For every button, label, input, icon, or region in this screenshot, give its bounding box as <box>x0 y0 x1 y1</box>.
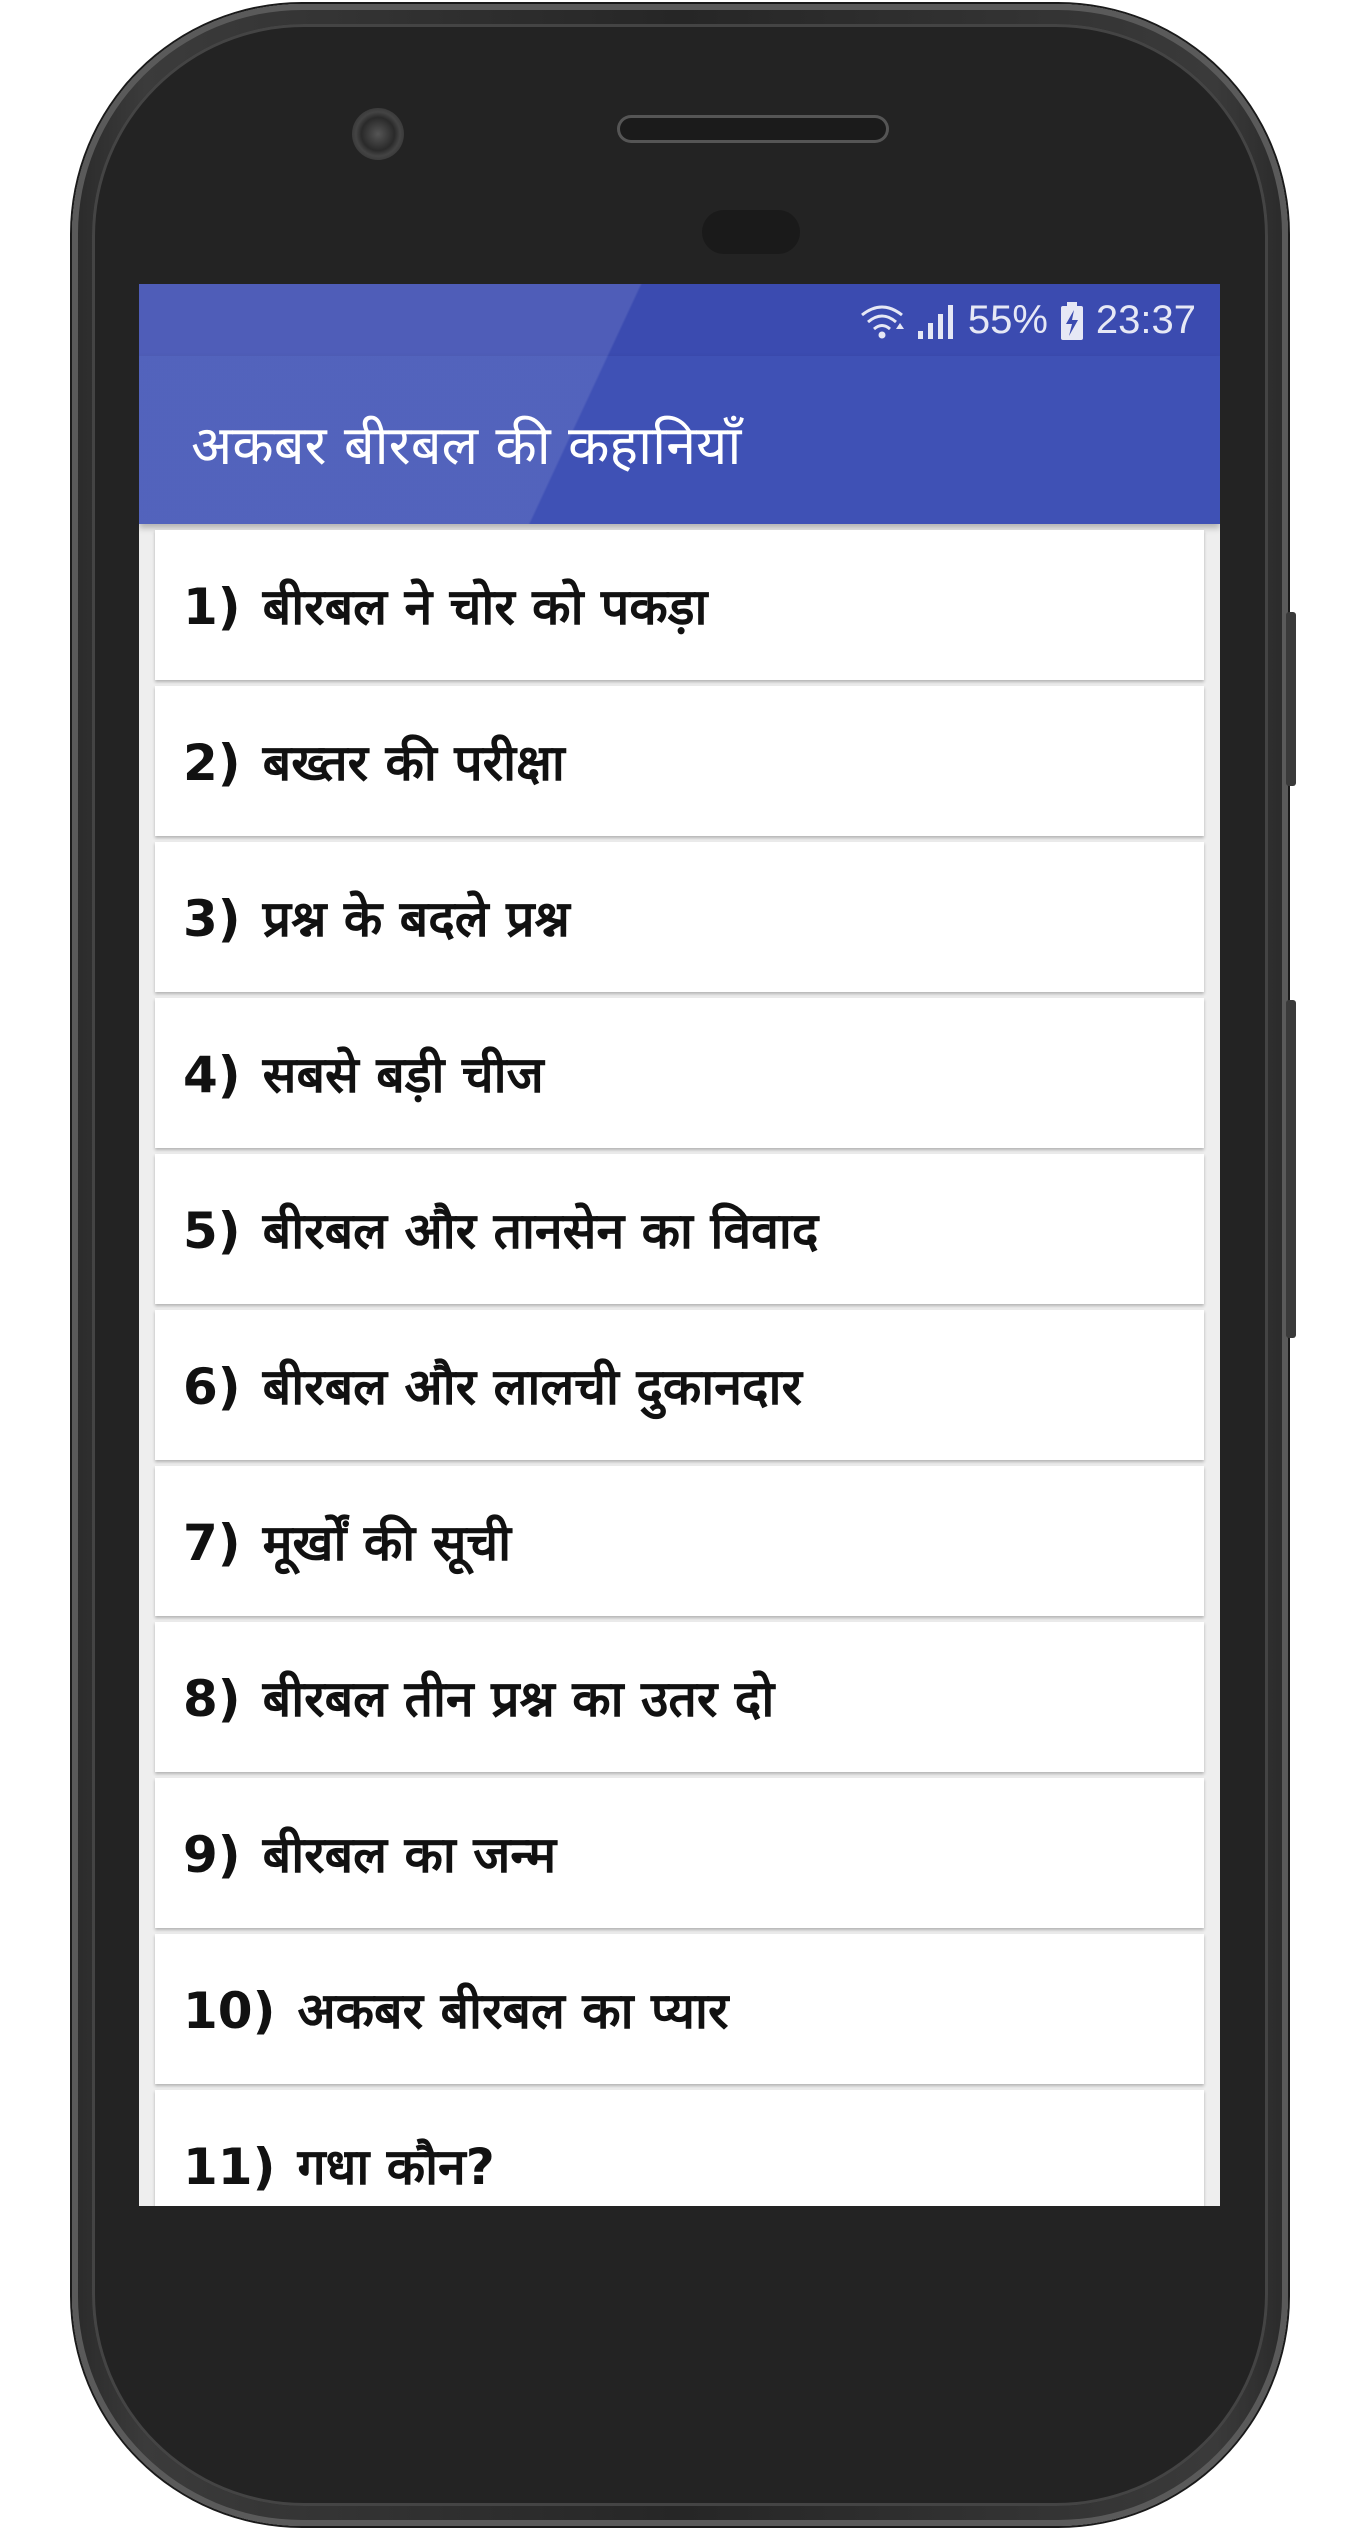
story-title: बीरबल तीन प्रश्न का उतर दो <box>262 1670 775 1728</box>
earpiece-speaker <box>620 118 886 140</box>
proximity-sensor <box>702 210 800 254</box>
clock: 23:37 <box>1095 298 1196 342</box>
story-title: बख्तर की परीक्षा <box>262 734 565 792</box>
volume-button <box>1286 612 1296 786</box>
story-title: सबसे बड़ी चीज <box>262 1046 544 1104</box>
screen: 55% 23:37 अकबर बीरबल की कहानियाँ 1) बीरबल… <box>139 284 1220 2206</box>
story-title: बीरबल का जन्म <box>262 1826 557 1884</box>
list-item[interactable]: 3) प्रश्न के बदले प्रश्न <box>155 842 1204 992</box>
story-number: 3) <box>183 890 241 948</box>
status-bar: 55% 23:37 <box>139 284 1220 356</box>
list-item[interactable]: 2) बख्तर की परीक्षा <box>155 686 1204 836</box>
story-number: 6) <box>183 1358 241 1416</box>
story-number: 4) <box>183 1046 241 1104</box>
story-number: 1) <box>183 578 241 636</box>
story-title: बीरबल और लालची दुकानदार <box>262 1358 802 1416</box>
battery-percent: 55% <box>967 298 1048 342</box>
story-title: अकबर बीरबल का प्यार <box>297 1982 729 2040</box>
story-number: 7) <box>183 1514 241 1572</box>
story-number: 8) <box>183 1670 241 1728</box>
list-item[interactable]: 4) सबसे बड़ी चीज <box>155 998 1204 1148</box>
story-list: 1) बीरबल ने चोर को पकड़ा 2) बख्तर की परीक्… <box>155 530 1204 2206</box>
list-item[interactable]: 5) बीरबल और तानसेन का विवाद <box>155 1154 1204 1304</box>
list-item[interactable]: 1) बीरबल ने चोर को पकड़ा <box>155 530 1204 680</box>
list-item[interactable]: 9) बीरबल का जन्म <box>155 1778 1204 1928</box>
story-number: 11) <box>183 2138 276 2196</box>
story-title: गधा कौन? <box>297 2138 495 2196</box>
page: 55% 23:37 अकबर बीरबल की कहानियाँ 1) बीरबल… <box>0 0 1370 2534</box>
wifi-icon <box>860 301 904 341</box>
power-button <box>1286 1000 1296 1338</box>
story-title: प्रश्न के बदले प्रश्न <box>262 890 570 948</box>
story-number: 10) <box>183 1982 276 2040</box>
list-item[interactable]: 7) मूर्खों की सूची <box>155 1466 1204 1616</box>
battery-charging-icon <box>1060 301 1084 341</box>
list-item[interactable]: 11) गधा कौन? <box>155 2090 1204 2206</box>
app-title: अकबर बीरबल की कहानियाँ <box>191 414 742 477</box>
list-item[interactable]: 6) बीरबल और लालची दुकानदार <box>155 1310 1204 1460</box>
story-title: बीरबल ने चोर को पकड़ा <box>262 578 708 636</box>
front-camera-icon <box>352 108 404 160</box>
story-number: 2) <box>183 734 241 792</box>
story-title: बीरबल और तानसेन का विवाद <box>262 1202 819 1260</box>
signal-icon <box>916 301 956 341</box>
list-item[interactable]: 8) बीरबल तीन प्रश्न का उतर दो <box>155 1622 1204 1772</box>
story-number: 5) <box>183 1202 241 1260</box>
app-bar: अकबर बीरबल की कहानियाँ <box>139 356 1220 524</box>
story-title: मूर्खों की सूची <box>262 1514 512 1572</box>
list-item[interactable]: 10) अकबर बीरबल का प्यार <box>155 1934 1204 2084</box>
story-number: 9) <box>183 1826 241 1884</box>
